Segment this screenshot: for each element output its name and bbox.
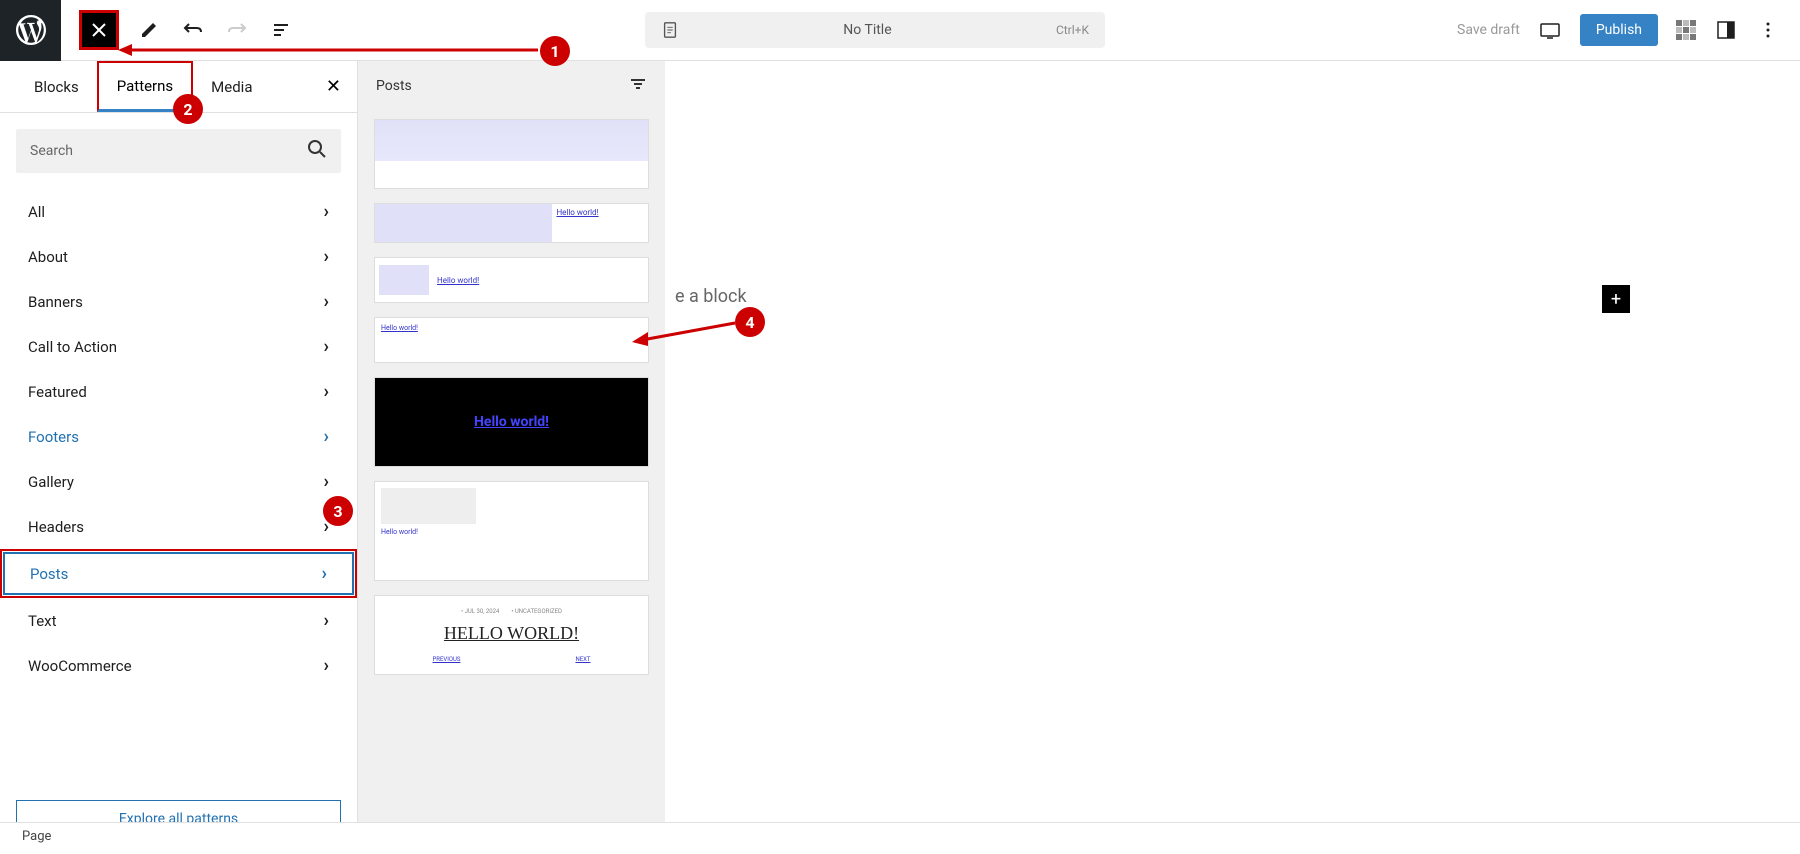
page-icon xyxy=(661,21,679,39)
search-placeholder: Search xyxy=(30,143,73,159)
document-overview-icon[interactable] xyxy=(269,18,293,42)
search-icon xyxy=(307,139,327,163)
wordpress-icon xyxy=(13,12,49,48)
filter-icon[interactable] xyxy=(629,75,647,97)
publish-button[interactable]: Publish xyxy=(1580,14,1658,46)
save-draft-button[interactable]: Save draft xyxy=(1457,22,1520,38)
pattern-preview[interactable] xyxy=(374,119,649,189)
close-icon xyxy=(91,22,107,38)
chevron-right-icon: › xyxy=(324,426,329,447)
main-area: Blocks Patterns Media ✕ Search All› Abou… xyxy=(0,61,1800,854)
search-input[interactable]: Search xyxy=(16,129,341,173)
toggle-inserter-button[interactable] xyxy=(79,10,119,50)
annotation-marker-1: 1 xyxy=(540,36,570,66)
patterns-pane-title: Posts xyxy=(376,78,412,94)
pattern-preview[interactable]: Hello world! xyxy=(374,481,649,581)
patterns-pane-header: Posts xyxy=(358,61,665,111)
wordpress-logo[interactable] xyxy=(0,0,61,61)
annotation-marker-2: 2 xyxy=(173,94,203,124)
pattern-preview[interactable]: Hello world! xyxy=(374,203,649,243)
category-woocommerce[interactable]: WooCommerce› xyxy=(0,643,357,688)
document-title: No Title xyxy=(679,22,1056,38)
undo-icon[interactable] xyxy=(181,18,205,42)
category-call-to-action[interactable]: Call to Action› xyxy=(0,324,357,369)
chevron-right-icon: › xyxy=(324,655,329,676)
patterns-list[interactable]: Hello world! Hello world! Hello world! H… xyxy=(358,111,665,854)
category-all[interactable]: All› xyxy=(0,189,357,234)
category-gallery[interactable]: Gallery› xyxy=(0,459,357,504)
edit-tool-icon[interactable] xyxy=(137,18,161,42)
pattern-categories: All› About› Banners› Call to Action› Fea… xyxy=(0,189,357,784)
view-icon[interactable] xyxy=(1538,18,1562,42)
annotation-marker-4: 4 xyxy=(735,307,765,337)
breadcrumb[interactable]: Page xyxy=(22,829,51,844)
chevron-right-icon: › xyxy=(324,381,329,402)
annotation-arrow-4 xyxy=(630,318,740,348)
chevron-right-icon: › xyxy=(324,291,329,312)
tab-blocks[interactable]: Blocks xyxy=(16,64,97,110)
document-title-bar[interactable]: No Title Ctrl+K xyxy=(645,12,1105,48)
plugin-icon[interactable] xyxy=(1676,20,1696,40)
category-about[interactable]: About› xyxy=(0,234,357,279)
chevron-right-icon: › xyxy=(324,336,329,357)
block-inserter-panel: Blocks Patterns Media ✕ Search All› Abou… xyxy=(0,61,358,854)
category-featured[interactable]: Featured› xyxy=(0,369,357,414)
category-headers[interactable]: Headers› xyxy=(0,504,357,549)
editor-footer: Page xyxy=(0,822,1800,854)
annotation-arrow-1 xyxy=(118,40,548,60)
chevron-right-icon: › xyxy=(324,246,329,267)
chevron-right-icon: › xyxy=(322,563,327,584)
chevron-right-icon: › xyxy=(324,471,329,492)
topbar-right: Save draft Publish xyxy=(1457,14,1780,46)
annotation-marker-3: 3 xyxy=(323,496,353,526)
editor-canvas[interactable]: e a block + xyxy=(665,61,1800,854)
settings-panel-icon[interactable] xyxy=(1714,18,1738,42)
category-posts[interactable]: Posts› xyxy=(0,549,357,598)
chevron-right-icon: › xyxy=(324,201,329,222)
category-banners[interactable]: Banners› xyxy=(0,279,357,324)
pattern-preview[interactable]: • JUL 30, 2024 • UNCATEGORIZED HELLO WOR… xyxy=(374,595,649,675)
category-text[interactable]: Text› xyxy=(0,598,357,643)
patterns-preview-pane: Posts Hello world! Hello world! Hello wo… xyxy=(358,61,665,854)
tool-icons-group xyxy=(137,18,293,42)
chevron-right-icon: › xyxy=(324,610,329,631)
shortcut-hint: Ctrl+K xyxy=(1056,23,1089,37)
tab-media[interactable]: Media xyxy=(193,64,270,110)
pattern-preview[interactable]: Hello world! xyxy=(374,377,649,467)
pattern-preview[interactable]: Hello world! xyxy=(374,257,649,303)
block-placeholder: e a block xyxy=(675,286,747,307)
redo-icon[interactable] xyxy=(225,18,249,42)
options-icon[interactable] xyxy=(1756,18,1780,42)
pattern-preview[interactable]: Hello world! xyxy=(374,317,649,363)
category-footers[interactable]: Footers› xyxy=(0,414,357,459)
add-block-button[interactable]: + xyxy=(1602,285,1630,313)
close-inserter-icon[interactable]: ✕ xyxy=(326,76,341,97)
